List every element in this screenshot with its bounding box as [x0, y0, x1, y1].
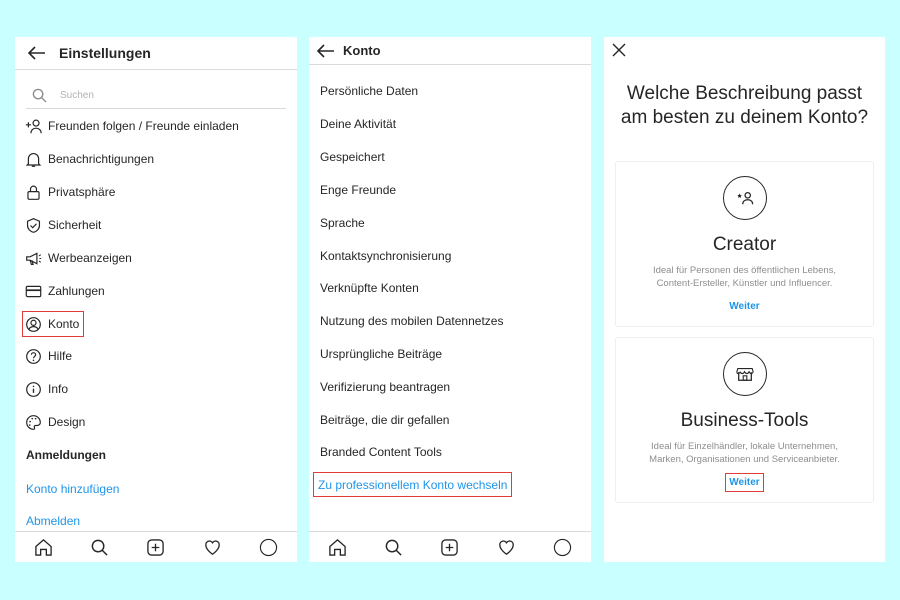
menu-item-language[interactable]: Sprache	[320, 216, 365, 230]
bell-icon	[23, 149, 43, 169]
add-person-icon	[23, 116, 43, 136]
settings-item-label: Design	[48, 415, 86, 429]
business-description-line: Ideal für Einzelhändler, lokale Unterneh…	[651, 441, 838, 452]
settings-item-label: Sicherheit	[48, 218, 102, 232]
account-header: Konto	[309, 37, 591, 65]
menu-item-branded-content[interactable]: Branded Content Tools	[320, 445, 442, 459]
settings-item-account[interactable]: Konto	[21, 311, 85, 337]
profile-icon[interactable]	[552, 536, 574, 558]
account-panel: Konto Persönliche Daten Deine Aktivität …	[309, 37, 591, 562]
settings-panel: Einstellungen Suchen Freunden folgen / F…	[15, 37, 297, 562]
new-post-icon[interactable]	[145, 536, 167, 558]
logout-link[interactable]: Abmelden	[26, 514, 80, 528]
creator-description: Ideal für Personen des öffentlichen Lebe…	[616, 264, 873, 290]
profile-icon[interactable]	[258, 536, 280, 558]
page-title: Konto	[343, 43, 381, 58]
settings-item-security[interactable]: Sicherheit	[23, 213, 101, 237]
search-input[interactable]: Suchen	[26, 82, 286, 109]
palette-icon	[23, 412, 43, 432]
question-line: Welche Beschreibung passt	[626, 83, 863, 104]
creator-continue-button[interactable]: Weiter	[726, 298, 762, 315]
settings-item-ads[interactable]: Werbeanzeigen	[23, 246, 132, 270]
shop-icon	[722, 352, 767, 396]
menu-item-linked-accounts[interactable]: Verknüpfte Konten	[320, 281, 419, 295]
settings-item-label: Werbeanzeigen	[48, 251, 132, 265]
info-icon	[23, 379, 43, 399]
credit-card-icon	[23, 281, 43, 301]
settings-item-payments[interactable]: Zahlungen	[23, 279, 105, 303]
shield-icon	[23, 215, 43, 235]
switch-to-professional-link[interactable]: Zu professionellem Konto wechseln	[312, 472, 513, 497]
settings-item-follow-friends[interactable]: Freunden folgen / Freunde einladen	[23, 114, 239, 138]
back-arrow-icon[interactable]	[309, 37, 343, 65]
lock-icon	[23, 182, 43, 202]
page-title: Einstellungen	[59, 45, 151, 61]
creator-icon	[722, 176, 767, 220]
section-title-logins: Anmeldungen	[26, 448, 106, 462]
heart-icon[interactable]	[495, 536, 517, 558]
tab-bar	[309, 531, 591, 562]
business-continue-button[interactable]: Weiter	[725, 473, 764, 492]
settings-item-label: Konto	[48, 317, 80, 331]
heart-icon[interactable]	[201, 536, 223, 558]
search-icon[interactable]	[383, 536, 405, 558]
creator-description-line: Ideal für Personen des öffentlichen Lebe…	[652, 265, 837, 276]
menu-item-contact-sync[interactable]: Kontaktsynchronisierung	[320, 249, 451, 263]
business-description-line: Marken, Organisationen und Serviceanbiet…	[649, 454, 840, 465]
search-icon	[32, 88, 47, 103]
settings-item-label: Freunden folgen / Freunde einladen	[48, 119, 239, 133]
add-account-link[interactable]: Konto hinzufügen	[26, 482, 119, 496]
settings-item-label: Info	[48, 382, 69, 396]
back-arrow-icon[interactable]	[15, 37, 59, 70]
menu-item-personal-data[interactable]: Persönliche Daten	[320, 84, 418, 98]
account-circle-icon	[23, 314, 43, 334]
new-post-icon[interactable]	[439, 536, 461, 558]
search-icon[interactable]	[89, 536, 111, 558]
home-icon[interactable]	[32, 536, 54, 558]
settings-item-label: Zahlungen	[48, 284, 105, 298]
menu-item-close-friends[interactable]: Enge Freunde	[320, 183, 396, 197]
business-description: Ideal für Einzelhändler, lokale Unterneh…	[616, 440, 873, 466]
menu-item-mobile-data[interactable]: Nutzung des mobilen Datennetzes	[320, 314, 503, 328]
settings-item-label: Hilfe	[48, 349, 73, 363]
menu-item-saved[interactable]: Gespeichert	[320, 150, 385, 164]
menu-item-request-verification[interactable]: Verifizierung beantragen	[320, 380, 450, 394]
creator-description-line: Content-Ersteller, Künstler und Influenc…	[656, 278, 833, 289]
question-heading: Welche Beschreibung passt am besten zu d…	[604, 82, 885, 130]
settings-header: Einstellungen	[15, 37, 297, 70]
question-line: am besten zu deinem Konto?	[620, 107, 869, 128]
close-icon[interactable]	[612, 43, 630, 61]
settings-item-privacy[interactable]: Privatsphäre	[23, 180, 115, 204]
business-title: Business-Tools	[680, 410, 809, 431]
account-type-panel: Welche Beschreibung passt am besten zu d…	[604, 37, 885, 562]
megaphone-icon	[23, 248, 43, 268]
menu-item-your-activity[interactable]: Deine Aktivität	[320, 117, 396, 131]
menu-item-original-posts[interactable]: Ursprüngliche Beiträge	[320, 347, 442, 361]
creator-title: Creator	[712, 234, 777, 255]
settings-item-design[interactable]: Design	[23, 410, 85, 434]
search-placeholder: Suchen	[60, 89, 94, 101]
tab-bar	[15, 531, 297, 562]
business-card[interactable]: Business-Tools Ideal für Einzelhändler, …	[615, 337, 874, 503]
settings-item-label: Privatsphäre	[48, 185, 116, 199]
help-icon	[23, 346, 43, 366]
creator-card[interactable]: Creator Ideal für Personen des öffentlic…	[615, 161, 874, 327]
settings-item-label: Benachrichtigungen	[48, 152, 155, 166]
home-icon[interactable]	[326, 536, 348, 558]
settings-item-help[interactable]: Hilfe	[23, 344, 72, 368]
settings-item-notifications[interactable]: Benachrichtigungen	[23, 147, 154, 171]
menu-item-liked-posts[interactable]: Beiträge, die dir gefallen	[320, 413, 449, 427]
settings-item-info[interactable]: Info	[23, 377, 68, 401]
